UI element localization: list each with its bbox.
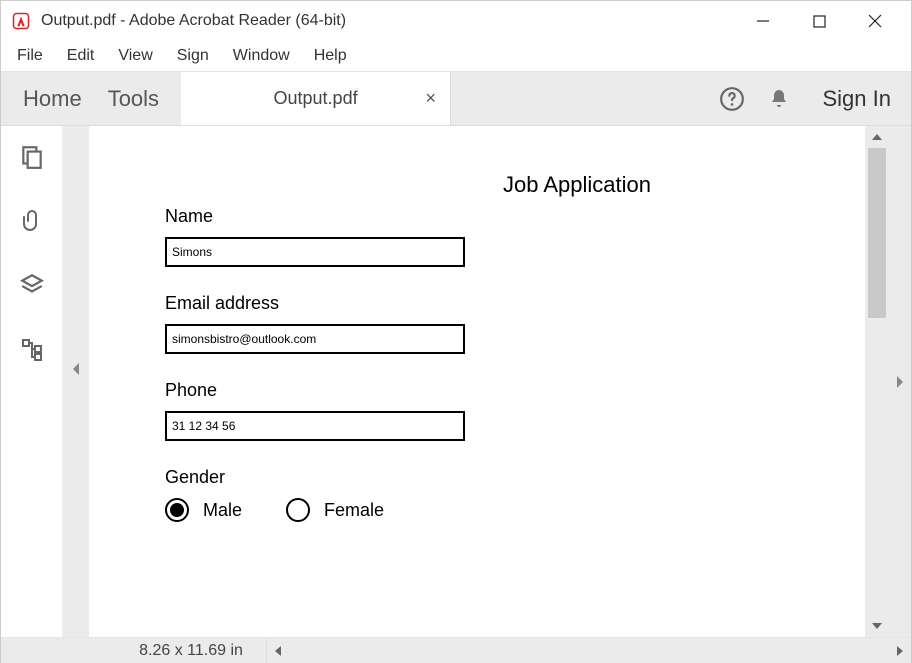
scroll-down-icon[interactable] bbox=[865, 615, 889, 637]
radio-male[interactable] bbox=[165, 498, 189, 522]
layers-icon[interactable] bbox=[19, 272, 45, 303]
tab-document-label: Output.pdf bbox=[274, 88, 358, 109]
close-button[interactable] bbox=[847, 1, 903, 41]
help-icon[interactable] bbox=[719, 86, 745, 112]
menu-window[interactable]: Window bbox=[225, 45, 298, 67]
maximize-button[interactable] bbox=[791, 1, 847, 41]
window-controls bbox=[735, 1, 903, 41]
sign-in-button[interactable]: Sign In bbox=[823, 86, 892, 112]
collapse-left-handle[interactable] bbox=[63, 126, 89, 611]
menu-file[interactable]: File bbox=[9, 45, 51, 67]
hscroll-left-icon[interactable] bbox=[267, 638, 289, 663]
radio-female[interactable] bbox=[286, 498, 310, 522]
menu-edit[interactable]: Edit bbox=[59, 45, 103, 67]
thumbnails-icon[interactable] bbox=[19, 144, 45, 175]
menu-view[interactable]: View bbox=[110, 45, 160, 67]
minimize-button[interactable] bbox=[735, 1, 791, 41]
left-tool-rail bbox=[1, 126, 63, 637]
bell-icon[interactable] bbox=[767, 87, 791, 111]
tab-strip: Home Tools Output.pdf × Sign In bbox=[1, 71, 911, 126]
doc-title: Job Application bbox=[89, 172, 865, 198]
vertical-scrollbar[interactable] bbox=[865, 126, 889, 637]
hscroll-right-icon[interactable] bbox=[889, 638, 911, 663]
main-area: Job Application Name Email address Phone… bbox=[1, 126, 911, 637]
attachment-icon[interactable] bbox=[20, 209, 44, 238]
tab-document[interactable]: Output.pdf × bbox=[181, 72, 451, 125]
title-bar: Output.pdf - Adobe Acrobat Reader (64-bi… bbox=[1, 1, 911, 41]
app-icon bbox=[11, 11, 31, 31]
radio-male-label: Male bbox=[203, 500, 242, 521]
menu-sign[interactable]: Sign bbox=[169, 45, 217, 67]
gender-label: Gender bbox=[165, 467, 809, 488]
close-tab-icon[interactable]: × bbox=[426, 88, 437, 109]
tab-home[interactable]: Home bbox=[23, 86, 82, 112]
phone-input[interactable] bbox=[165, 411, 465, 441]
horizontal-scrollbar[interactable] bbox=[266, 638, 911, 663]
pdf-page: Job Application Name Email address Phone… bbox=[89, 126, 865, 637]
page-dimensions: 8.26 x 11.69 in bbox=[116, 638, 266, 663]
tab-tools[interactable]: Tools bbox=[108, 86, 159, 112]
menu-bar: File Edit View Sign Window Help bbox=[1, 41, 911, 71]
collapse-right-handle[interactable] bbox=[889, 126, 911, 637]
scroll-up-icon[interactable] bbox=[865, 126, 889, 148]
phone-label: Phone bbox=[165, 380, 809, 401]
name-label: Name bbox=[165, 206, 809, 227]
scroll-thumb[interactable] bbox=[868, 148, 886, 318]
status-bar: 8.26 x 11.69 in bbox=[1, 637, 911, 663]
radio-female-label: Female bbox=[324, 500, 384, 521]
model-tree-icon[interactable] bbox=[20, 337, 44, 366]
menu-help[interactable]: Help bbox=[306, 45, 355, 67]
email-input[interactable] bbox=[165, 324, 465, 354]
window-title: Output.pdf - Adobe Acrobat Reader (64-bi… bbox=[41, 12, 346, 30]
email-label: Email address bbox=[165, 293, 809, 314]
name-input[interactable] bbox=[165, 237, 465, 267]
